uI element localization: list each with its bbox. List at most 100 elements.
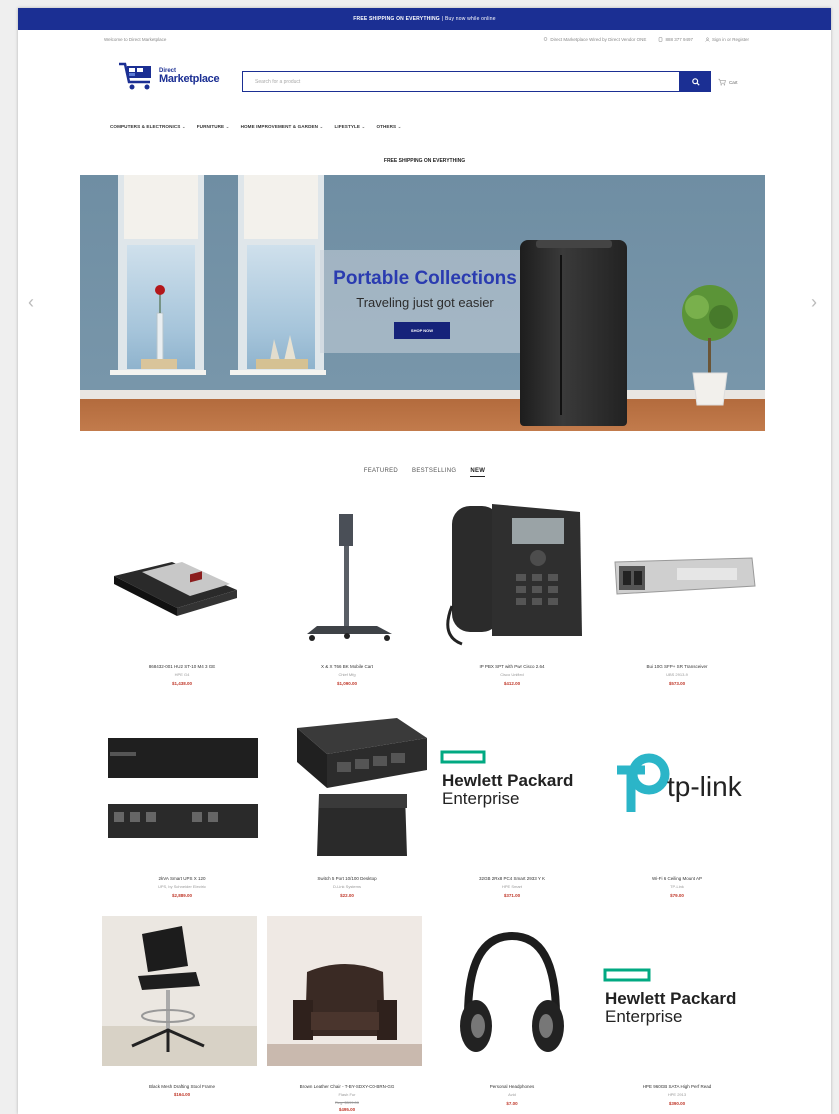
svg-text:Hewlett Packard: Hewlett Packard bbox=[442, 771, 573, 790]
product-price: $390.00 bbox=[668, 1101, 686, 1106]
product-price: $2,889.00 bbox=[171, 893, 193, 898]
search-button[interactable] bbox=[680, 71, 711, 92]
product-name: X & X T66 BK Mobile Cart bbox=[321, 664, 373, 669]
cart-logo-icon bbox=[119, 62, 151, 90]
main-nav: COMPUTERS & ELECTRONICS FURNITURE HOME I… bbox=[110, 124, 402, 130]
user-icon bbox=[705, 37, 710, 42]
announcement-bar: FREE SHIPPING ON EVERYTHING | Buy now wh… bbox=[18, 8, 831, 30]
portable-ac-image bbox=[520, 240, 627, 426]
product-name: Bui 10G SFP+ SR Transceiver bbox=[646, 664, 708, 669]
logo-line-2: Marketplace bbox=[159, 72, 220, 85]
product-brand: HPE 2913 bbox=[667, 1092, 687, 1097]
lamp-decor-icon bbox=[256, 335, 308, 369]
search-input[interactable]: Search for a product bbox=[242, 71, 680, 92]
cart-icon bbox=[718, 78, 726, 86]
product-name: Personal Headphones bbox=[489, 1084, 535, 1089]
blind-left bbox=[124, 175, 198, 239]
ups-image bbox=[108, 738, 258, 838]
product-brand: D-Link Systems bbox=[332, 884, 361, 889]
hero-prev-arrow[interactable]: ‹ bbox=[28, 292, 34, 313]
ip-phone-image bbox=[446, 504, 582, 646]
product-price: $1,438.00 bbox=[171, 681, 193, 686]
product-price: $495.00 bbox=[338, 1107, 356, 1112]
tab-new[interactable]: NEW bbox=[470, 468, 486, 477]
page: FREE SHIPPING ON EVERYTHING | Buy now wh… bbox=[18, 8, 831, 1114]
product-name: Wi-Fi 6 Ceiling Mount AP bbox=[651, 876, 703, 881]
product-price: $22.00 bbox=[340, 893, 354, 898]
phone-text: 888 377 9497 bbox=[665, 36, 693, 42]
welcome-text: Welcome to Direct Marketplace bbox=[104, 36, 167, 42]
hero-banner: Portable Collections Traveling just got … bbox=[80, 175, 765, 431]
hero-baseboard bbox=[80, 390, 765, 399]
hero-next-arrow[interactable]: › bbox=[811, 292, 817, 313]
account-link[interactable]: Sign in or Register bbox=[705, 37, 749, 42]
headphones-image bbox=[460, 931, 564, 1052]
product-price: $7.00 bbox=[506, 1101, 518, 1106]
product-price: $79.00 bbox=[670, 893, 684, 898]
product-name: 32GB 2Rx8 PC4 Smart 2933 Y K bbox=[478, 876, 546, 881]
shop-now-button[interactable]: SHOP NOW bbox=[394, 322, 450, 339]
product-brand: UPS, by Schneider Electric bbox=[157, 884, 207, 889]
product-price: $412.00 bbox=[503, 681, 521, 686]
product-name: Black Mesh Drafting Stool Frame bbox=[148, 1084, 216, 1089]
free-shipping-banner: FREE SHIPPING ON EVERYTHING bbox=[383, 158, 466, 164]
account-text: Sign in or Register bbox=[711, 36, 749, 42]
hpe-logo-image: Hewlett Packard Enterprise bbox=[440, 750, 573, 808]
product-brand: TP-Link bbox=[670, 884, 684, 889]
sfp-transceiver-image bbox=[614, 557, 756, 595]
nav-item[interactable]: HOME IMPROVEMENT & GARDEN bbox=[241, 124, 324, 130]
vase-decor-icon bbox=[141, 285, 177, 369]
blind-right bbox=[244, 175, 318, 239]
product-brand: Flash Fur bbox=[338, 1092, 356, 1097]
svg-text:Hewlett Packard: Hewlett Packard bbox=[605, 989, 736, 1008]
phone-icon bbox=[659, 36, 663, 42]
search-icon bbox=[691, 77, 700, 86]
nav-item[interactable]: OTHERS bbox=[376, 124, 401, 130]
product-name: IP PBX SPT with Pwr Cisco 2.64 bbox=[479, 664, 545, 669]
product-brand: HPE G4 bbox=[174, 672, 190, 677]
utility-bar: Welcome to Direct Marketplace Direct Mar… bbox=[18, 30, 831, 48]
product-old-price: Reg. $599.00 bbox=[334, 1100, 360, 1105]
product-brand: HPE Smart bbox=[501, 884, 522, 889]
leather-chair-image bbox=[267, 916, 422, 1066]
product-tabs: FEATURED BESTSELLING NEW bbox=[18, 468, 831, 477]
product-name: HPE 960GB SATA High Perf Read bbox=[642, 1084, 712, 1089]
product-brand: Cisco Unified bbox=[500, 672, 524, 677]
drafting-stool-image bbox=[102, 916, 257, 1066]
hero-title: Portable Collections bbox=[333, 268, 517, 289]
product-name: 868432-001 HU2 ST-10 M4 3 GE bbox=[148, 664, 216, 669]
product-brand: Avid bbox=[508, 1092, 516, 1097]
product-brand: UBS 2913-9 bbox=[666, 672, 688, 677]
svg-text:Enterprise: Enterprise bbox=[605, 1007, 682, 1026]
product-brand: Chief Mfg bbox=[338, 672, 356, 677]
product-price: $371.00 bbox=[503, 893, 521, 898]
announcement-bold: FREE SHIPPING ON EVERYTHING bbox=[353, 16, 440, 22]
location-icon bbox=[544, 36, 548, 41]
product-name: Brown Leather Chair - T-BY-SDXY-C0-BRN-G… bbox=[299, 1084, 395, 1089]
tab-featured[interactable]: FEATURED bbox=[364, 468, 398, 477]
hard-drive-image bbox=[114, 562, 237, 616]
announcement-text: | Buy now while online bbox=[441, 16, 496, 22]
hpe-logo-image: Hewlett Packard Enterprise bbox=[603, 968, 736, 1026]
phone-link[interactable]: 888 377 9497 bbox=[658, 37, 693, 42]
svg-text:tp-link: tp-link bbox=[667, 771, 743, 802]
tp-link-logo-image: tp-link bbox=[617, 753, 743, 812]
product-price: $164.00 bbox=[173, 1092, 191, 1097]
nav-item[interactable]: LIFESTYLE bbox=[334, 124, 365, 130]
network-switch-image bbox=[297, 718, 427, 856]
product-name: Switch 5 Port 10/100 Desktop bbox=[317, 876, 377, 881]
product-price: $1,090.00 bbox=[336, 681, 358, 686]
tab-bestselling[interactable]: BESTSELLING bbox=[412, 468, 456, 477]
seller-link[interactable]: Direct Marketplace Wired by Direct Vendo… bbox=[543, 37, 646, 42]
nav-item[interactable]: COMPUTERS & ELECTRONICS bbox=[110, 124, 186, 130]
cart-label: Cart bbox=[729, 79, 738, 85]
plant-image bbox=[682, 285, 738, 406]
product-name: 2kVA Smart UPS X 120 bbox=[158, 876, 206, 881]
hero-subtitle: Traveling just got easier bbox=[356, 295, 494, 310]
product-price: $573.00 bbox=[668, 681, 686, 686]
hero-floor bbox=[80, 399, 765, 431]
cart-button[interactable]: Cart bbox=[718, 78, 738, 86]
site-logo[interactable]: Direct Marketplace bbox=[118, 60, 220, 92]
nav-item[interactable]: FURNITURE bbox=[197, 124, 230, 130]
mobile-cart-stand-image bbox=[307, 514, 392, 641]
